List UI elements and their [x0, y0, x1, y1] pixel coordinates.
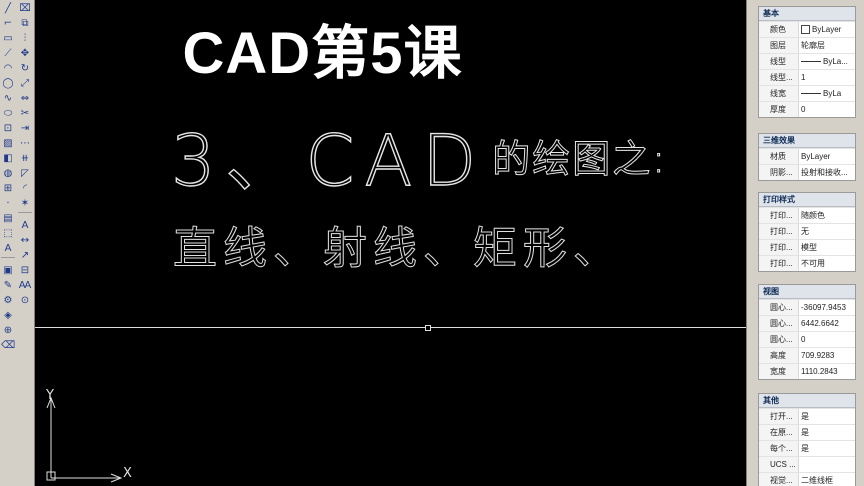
fillet-icon[interactable]: ◜ [18, 182, 32, 195]
block-editor-icon[interactable]: ◈ [1, 309, 15, 322]
purge-icon[interactable]: ⌫ [1, 339, 15, 352]
point-icon[interactable]: · [1, 197, 15, 210]
prop-row-plot-type[interactable]: 打印... 不可用 [759, 255, 855, 271]
prop-row-center-z[interactable]: 圆心... 0 [759, 331, 855, 347]
prop-row-linetype-scale[interactable]: 线型... 1 [759, 69, 855, 85]
prop-row-plot-attached[interactable]: 打印... 模型 [759, 239, 855, 255]
section-3d-effects: 三维效果 材质 ByLayer 阴影... 投射和接收... [758, 133, 856, 181]
match-properties-icon[interactable]: ✎ [1, 279, 15, 292]
break-icon[interactable]: ⋯ [18, 137, 32, 150]
prop-row-color[interactable]: 颜色 ByLayer [759, 21, 855, 37]
chamfer-icon[interactable]: ◸ [18, 167, 32, 180]
multiline-text-icon[interactable]: A [1, 242, 15, 255]
modify-toolbar-column: ⌧ ⧉ ⫶ ✥ ↻ ⤢ ⇔ ✂ ⇥ ⋯ ⧺ ◸ ◜ ✶ A ↔ ↗ ⊟ Ꜳ ⊙ [18, 2, 34, 309]
drawing-canvas[interactable]: CAD第5课 3、CAD 的绘图之: 直线、射线、矩形、 Y X [35, 0, 746, 486]
drawing-text-line-2: 直线、射线、矩形、 [173, 223, 623, 275]
construction-line-icon[interactable]: ⟋ [1, 47, 15, 60]
section-misc: 其他 打开... 是 在原... 是 每个... 是 UCS ... 视觉... 二维线… [758, 393, 856, 486]
prop-row-center-x[interactable]: 圆心... -36097.9453 [759, 299, 855, 315]
prop-row-ucs-name[interactable]: UCS ... [759, 456, 855, 472]
linetype-sample-icon [801, 61, 821, 63]
color-swatch-icon [801, 25, 810, 35]
zoom-icon[interactable]: ⊙ [18, 294, 32, 307]
lesson-title: CAD第5课 [182, 21, 463, 86]
section-plot-style: 打印样式 打印... 随颜色 打印... 无 打印... 模型 打印... 不可用 [758, 192, 856, 272]
move-icon[interactable]: ✥ [18, 47, 32, 60]
ellipse-icon[interactable]: ⬭ [1, 107, 15, 120]
drawing-text-line-1: 3、CAD 的绘图之: [170, 105, 668, 206]
circle-icon[interactable]: ◯ [1, 77, 15, 90]
prop-row-material[interactable]: 材质 ByLayer [759, 148, 855, 164]
erase-icon[interactable]: ⌧ [18, 2, 32, 15]
toolbar-separator [1, 257, 15, 262]
stretch-icon[interactable]: ⇔ [18, 92, 32, 105]
dimension-icon[interactable]: ↔ [18, 234, 32, 247]
line-icon[interactable]: ╱ [1, 2, 15, 15]
toolbar-separator [18, 212, 32, 217]
layer-icon[interactable]: ▣ [1, 264, 15, 277]
section-misc-header[interactable]: 其他 [759, 394, 855, 408]
prop-row-lineweight[interactable]: 线宽 ByLa [759, 85, 855, 101]
prop-row-plot-table[interactable]: 打印... 无 [759, 223, 855, 239]
leader-icon[interactable]: ↗ [18, 249, 32, 262]
ucs-x-label: X [123, 466, 132, 481]
tolerance-icon[interactable]: ⊟ [18, 264, 32, 277]
section-view: 视图 圆心... -36097.9453 圆心... 6442.6642 圆心...… [758, 284, 856, 380]
prop-row-ucs-on[interactable]: 打开... 是 [759, 408, 855, 424]
text-icon[interactable]: A [18, 219, 32, 232]
section-3d-header[interactable]: 三维效果 [759, 134, 855, 148]
hatch-pattern-icon[interactable]: ▤ [1, 212, 15, 225]
draw-toolbar: ╱ ⌐ ▭ ⟋ ◠ ◯ ∿ ⬭ ⊡ ▨ ◧ ◍ ⊞ · ▤ ⬚ A ▣ ✎ ⚙ … [0, 0, 35, 486]
section-general: 基本 颜色 ByLayer 图层 轮廓层 线型 ByLa... 线型... 1 线宽 By… [758, 6, 856, 118]
prop-row-plot-style[interactable]: 打印... 随颜色 [759, 207, 855, 223]
spline-icon[interactable]: ∿ [1, 92, 15, 105]
xref-icon[interactable]: ⊕ [1, 324, 15, 337]
section-view-header[interactable]: 视图 [759, 285, 855, 299]
join-icon[interactable]: ⧺ [18, 152, 32, 165]
scale-icon[interactable]: ⤢ [18, 77, 32, 90]
extend-icon[interactable]: ⇥ [18, 122, 32, 135]
ucs-icon: Y X [35, 386, 155, 486]
style-icon[interactable]: Ꜳ [18, 279, 32, 292]
rotate-icon[interactable]: ↻ [18, 62, 32, 75]
prop-row-height[interactable]: 高度 709.9283 [759, 347, 855, 363]
prop-row-shadow[interactable]: 阴影... 投射和接收... [759, 164, 855, 180]
polyline-icon[interactable]: ⌐ [1, 17, 15, 30]
lineweight-sample-icon [801, 93, 821, 95]
prop-row-center-y[interactable]: 圆心... 6442.6642 [759, 315, 855, 331]
line-grip[interactable] [425, 325, 431, 331]
table-icon[interactable]: ⊞ [1, 182, 15, 195]
prop-row-width[interactable]: 宽度 1110.2843 [759, 363, 855, 379]
ucs-y-label: Y [46, 388, 54, 403]
construction-line[interactable] [35, 327, 746, 328]
draw-toolbar-column: ╱ ⌐ ▭ ⟋ ◠ ◯ ∿ ⬭ ⊡ ▨ ◧ ◍ ⊞ · ▤ ⬚ A ▣ ✎ ⚙ … [1, 2, 17, 354]
prop-row-ucs-per-viewport[interactable]: 每个... 是 [759, 440, 855, 456]
gradient-icon[interactable]: ◧ [1, 152, 15, 165]
properties-icon[interactable]: ⚙ [1, 294, 15, 307]
region-icon[interactable]: ◍ [1, 167, 15, 180]
trim-icon[interactable]: ✂ [18, 107, 32, 120]
explode-icon[interactable]: ✶ [18, 197, 32, 210]
prop-row-linetype[interactable]: 线型 ByLa... [759, 53, 855, 69]
rectangle-icon[interactable]: ▭ [1, 32, 15, 45]
section-general-header[interactable]: 基本 [759, 7, 855, 21]
prop-row-thickness[interactable]: 厚度 0 [759, 101, 855, 117]
drawing-text-heading-tail: 的绘图之: [492, 137, 668, 182]
prop-row-visual-style[interactable]: 视觉... 二维线框 [759, 472, 855, 486]
boundary-icon[interactable]: ⬚ [1, 227, 15, 240]
section-plot-header[interactable]: 打印样式 [759, 193, 855, 207]
hatch-icon[interactable]: ▨ [1, 137, 15, 150]
prop-row-ucs-origin[interactable]: 在原... 是 [759, 424, 855, 440]
insert-block-icon[interactable]: ⊡ [1, 122, 15, 135]
properties-palette: 基本 颜色 ByLayer 图层 轮廓层 线型 ByLa... 线型... 1 线宽 By… [756, 0, 864, 486]
copy-icon[interactable]: ⧉ [18, 17, 32, 30]
arc-icon[interactable]: ◠ [1, 62, 15, 75]
drawing-text-heading: 3、CAD [170, 119, 487, 202]
mirror-icon[interactable]: ⫶ [18, 32, 32, 45]
prop-row-layer[interactable]: 图层 轮廓层 [759, 37, 855, 53]
panel-splitter[interactable] [746, 0, 756, 486]
